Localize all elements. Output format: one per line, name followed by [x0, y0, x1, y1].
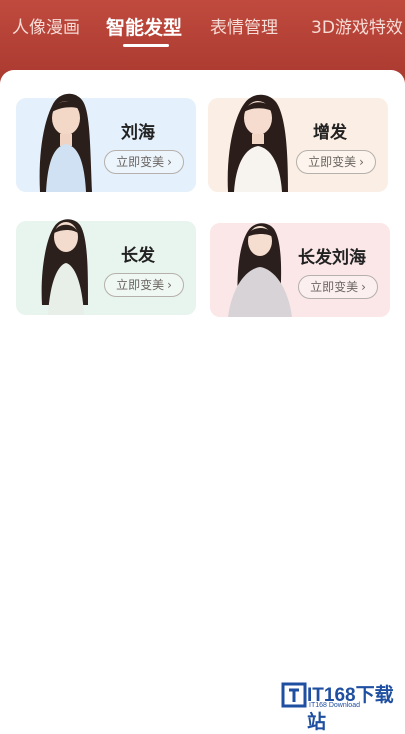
beautify-now-button[interactable]: 立即变美 › [298, 275, 378, 299]
card-title: 增发 [313, 123, 347, 143]
card-title: 刘海 [121, 123, 155, 143]
tab-portrait-comic[interactable]: 人像漫画 [12, 14, 80, 42]
it168-watermark: IT168下载站 IT168 Download [279, 678, 397, 733]
category-tabs: 人像漫画 智能发型 表情管理 3D游戏特效 [0, 14, 405, 54]
card-title: 长发刘海 [298, 248, 366, 268]
chevron-right-icon: › [167, 155, 172, 169]
cta-label: 立即变美 [308, 155, 357, 169]
content-sheet: 刘海 立即变美 › 增发 立即变美 › 长发 立即变美 › 长发刘海 立即变美 … [0, 70, 405, 720]
cta-label: 立即变美 [116, 278, 165, 292]
chevron-right-icon: › [359, 155, 364, 169]
cta-label: 立即变美 [116, 155, 165, 169]
portrait-image [41, 219, 88, 315]
tab-3d-game-effects[interactable]: 3D游戏特效 [311, 14, 403, 42]
portrait-image [39, 93, 92, 192]
beautify-now-button[interactable]: 立即变美 › [104, 273, 184, 297]
active-tab-indicator [123, 44, 169, 47]
portrait-image [227, 94, 288, 192]
chevron-right-icon: › [167, 278, 172, 292]
beautify-now-button[interactable]: 立即变美 › [296, 150, 376, 174]
cta-label: 立即变美 [310, 280, 359, 294]
hairstyle-card-volume[interactable]: 增发 立即变美 › [208, 94, 388, 192]
chevron-right-icon: › [361, 280, 366, 294]
beautify-now-button[interactable]: 立即变美 › [104, 150, 184, 174]
watermark-subtext: IT168 Download [309, 702, 360, 709]
tab-expression[interactable]: 表情管理 [210, 14, 278, 42]
it168-logo-icon [281, 682, 307, 708]
hairstyle-card-long-bangs[interactable]: 长发刘海 立即变美 › [210, 223, 390, 317]
hairstyle-card-bangs[interactable]: 刘海 立即变美 › [16, 93, 196, 192]
portrait-image [228, 223, 292, 317]
card-title: 长发 [121, 246, 155, 266]
tab-smart-hairstyle[interactable]: 智能发型 [106, 14, 182, 42]
hairstyle-card-long[interactable]: 长发 立即变美 › [16, 219, 196, 315]
